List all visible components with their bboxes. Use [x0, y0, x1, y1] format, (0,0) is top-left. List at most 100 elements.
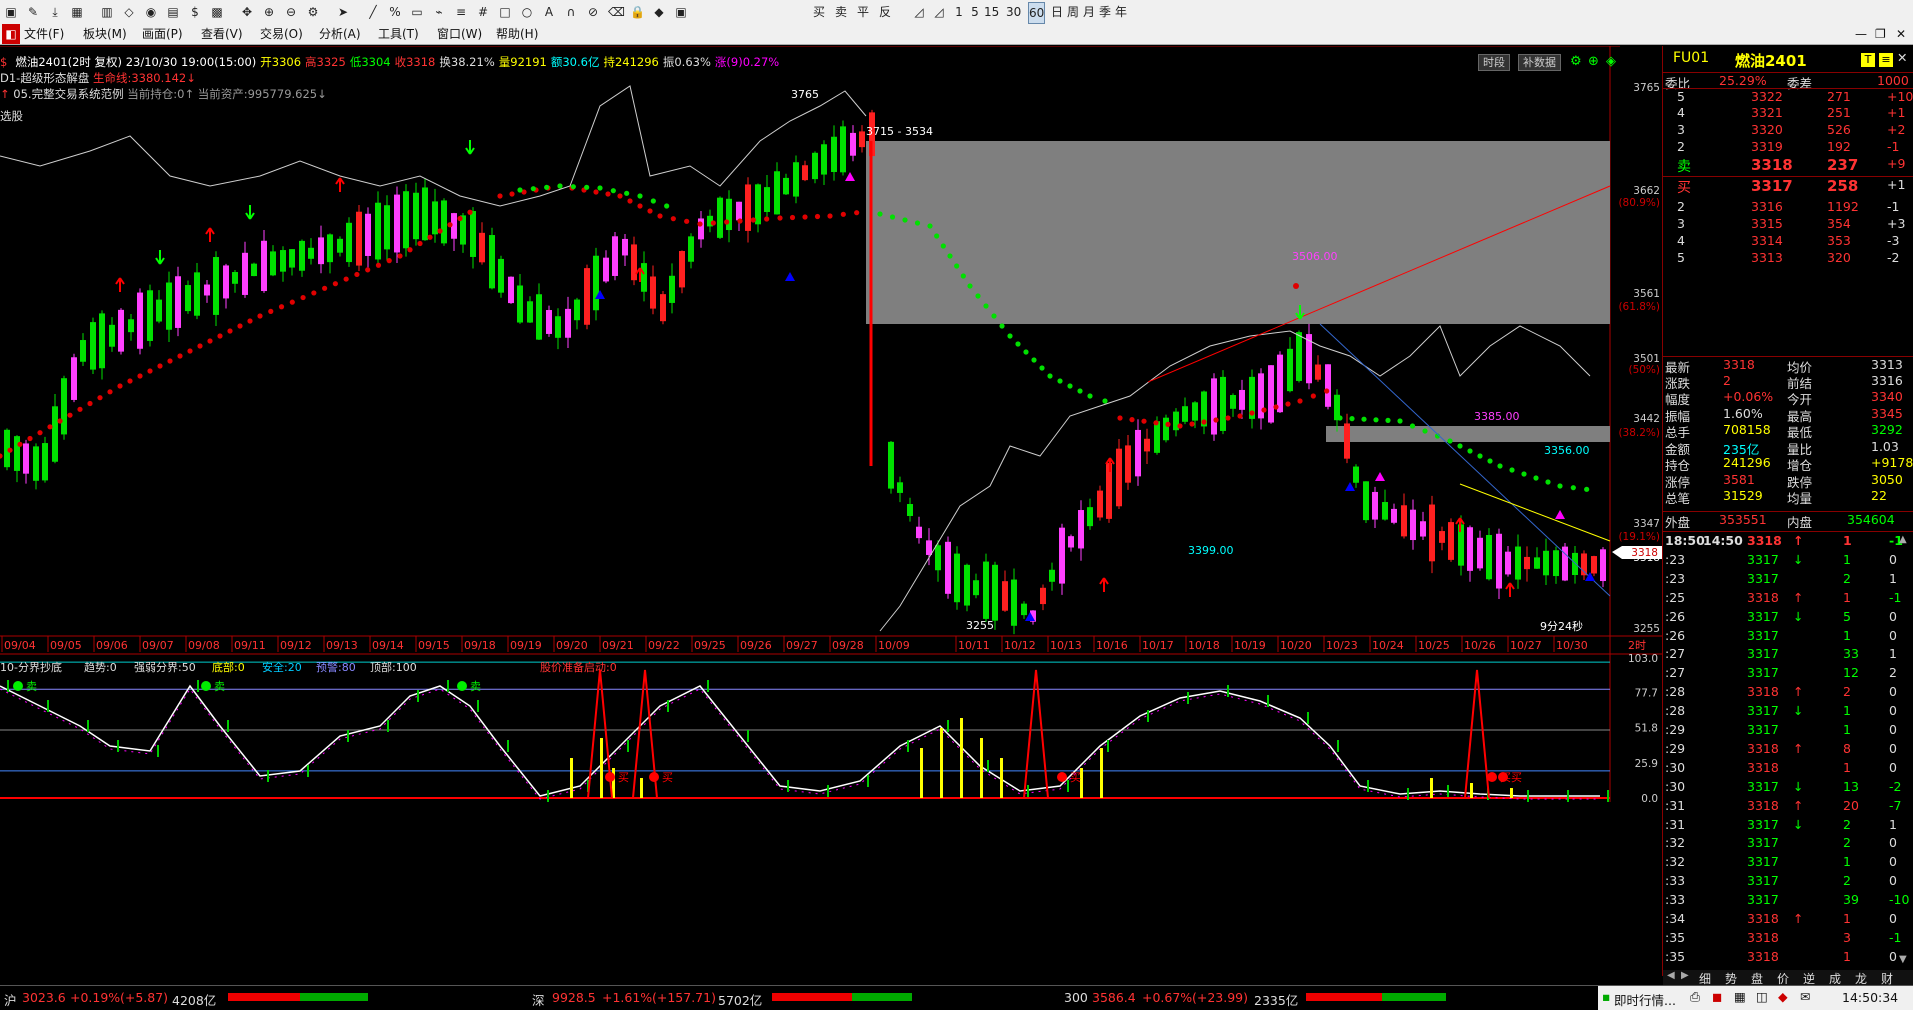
rect-icon[interactable]: □	[498, 2, 512, 22]
expand-icon[interactable]: ⊕	[1588, 54, 1599, 69]
move-icon[interactable]: ✥	[240, 2, 254, 22]
percent-icon[interactable]: %	[388, 2, 402, 22]
kline-chart[interactable]: 3765 3662 (80.9%) 3561 (61.8%) 3501 (50%) 3442(…	[0, 46, 1662, 802]
candle-body	[1239, 389, 1245, 410]
pen-icon[interactable]: ✎	[26, 2, 40, 22]
realtime-button[interactable]: 即时行情...	[1614, 990, 1676, 1009]
diamond-icon[interactable]: ◇	[122, 2, 136, 22]
image-icon[interactable]: ▤	[166, 2, 180, 22]
close-icon[interactable]: ✕	[1896, 24, 1906, 44]
menu-item-2[interactable]: 画面(P)	[142, 24, 183, 44]
menu-item-3[interactable]: 查看(V)	[201, 24, 243, 44]
menu-item-8[interactable]: 帮助(H)	[496, 24, 538, 44]
bars-icon[interactable]: ▥	[100, 2, 114, 22]
kline-icon[interactable]: ◿	[932, 2, 946, 22]
t-badge-icon[interactable]: T	[1861, 53, 1875, 67]
app-icon[interactable]: ▣	[4, 2, 18, 22]
tick-row: 18:50 14:50 3318 ↑ 1 -1	[1663, 533, 1913, 552]
fib-icon[interactable]: ≡	[454, 2, 468, 22]
settings-icon[interactable]: ⚙	[1570, 54, 1582, 69]
news-icon[interactable]: ◆	[1778, 989, 1788, 1004]
zoom-out-icon[interactable]: ⊖	[284, 2, 298, 22]
cursor-icon[interactable]: ➤	[336, 2, 350, 22]
sar-dot	[375, 262, 382, 268]
refill-data-button[interactable]: 补数据	[1518, 54, 1561, 71]
candle-body	[479, 232, 485, 263]
info-badge-icon[interactable]: ≡	[1879, 53, 1893, 67]
chat-icon[interactable]: ◫	[1756, 989, 1768, 1004]
menu-item-5[interactable]: 分析(A)	[319, 24, 361, 44]
stat-value: 241296	[1723, 455, 1771, 470]
lock-icon[interactable]: 🔒	[630, 2, 645, 22]
tick-change: -1	[1889, 589, 1902, 605]
period-0[interactable]: 1	[952, 2, 966, 22]
date-label: 10/20	[1280, 639, 1312, 652]
trade-button-3[interactable]: 反	[878, 2, 892, 22]
panel-close-icon[interactable]: ✕	[1897, 50, 1907, 65]
prev-arrow-icon[interactable]: ◀	[1667, 970, 1675, 981]
save-icon[interactable]: ▣	[674, 2, 688, 22]
price-axis-label: 3255	[1633, 623, 1660, 635]
channel-icon[interactable]: ▭	[410, 2, 424, 22]
up-arrow-icon[interactable]: ▲	[1899, 534, 1907, 545]
collapse-icon[interactable]: ◈	[1606, 54, 1616, 69]
next-arrow-icon[interactable]: ▶	[1681, 970, 1689, 981]
sar-dot	[597, 185, 603, 191]
period-6[interactable]: 周	[1066, 2, 1080, 22]
menu-item-6[interactable]: 工具(T)	[378, 24, 419, 44]
menu-item-7[interactable]: 窗口(W)	[437, 24, 482, 44]
chart-canvas[interactable]: 37653662(80.9%)3561(61.8%)3501(50%)3442(…	[0, 46, 1662, 802]
trade-button-1[interactable]: 卖	[834, 2, 848, 22]
minimize-icon[interactable]: —	[1855, 24, 1867, 44]
period-3[interactable]: 30	[1006, 2, 1021, 22]
restore-icon[interactable]: ❐	[1875, 24, 1886, 44]
sar-dot	[77, 406, 83, 412]
line-chart-icon[interactable]: ◿	[912, 2, 926, 22]
sar-dot	[557, 183, 563, 189]
period-5[interactable]: 日	[1050, 2, 1064, 22]
magnet-icon[interactable]: ∩	[564, 2, 578, 22]
ask-volume: 251	[1827, 105, 1851, 120]
menu-item-1[interactable]: 板块(M)	[83, 24, 127, 44]
period-4[interactable]: 60	[1028, 2, 1046, 24]
dollar-icon[interactable]: $	[188, 2, 202, 22]
candle-body	[1078, 510, 1084, 549]
zoom-in-icon[interactable]: ⊕	[262, 2, 276, 22]
period-2[interactable]: 15	[984, 2, 999, 22]
trade-button-2[interactable]: 平	[856, 2, 870, 22]
sh-points: (+5.87)	[120, 990, 169, 1005]
sar-dot	[7, 447, 13, 453]
period-1[interactable]: 5	[968, 2, 982, 22]
period-8[interactable]: 季	[1098, 2, 1112, 22]
grid-icon[interactable]: ▦	[70, 2, 84, 22]
app-icon[interactable]: ◧	[2, 24, 20, 44]
menu-item-4[interactable]: 交易(O)	[260, 24, 303, 44]
line-icon[interactable]: ╱	[366, 2, 380, 22]
alert-icon[interactable]: ◼	[1712, 989, 1722, 1004]
erase-icon[interactable]: ⌫	[608, 2, 625, 22]
lower-header-item: 10-分界抄底	[0, 660, 62, 674]
grid2-icon[interactable]: #	[476, 2, 490, 22]
text-icon[interactable]: A	[542, 2, 556, 22]
draw-icon[interactable]: ⌁	[432, 2, 446, 22]
menu-item-0[interactable]: 文件(F)	[24, 24, 64, 44]
download-icon[interactable]: ⤓	[48, 2, 62, 22]
stock-select-label[interactable]: 选股	[0, 108, 23, 124]
sar-dot	[167, 358, 173, 364]
tick-change: 0	[1889, 911, 1897, 926]
link-icon[interactable]: ⊘	[586, 2, 600, 22]
printer-icon[interactable]: ⎙	[1690, 989, 1700, 1005]
period-7[interactable]: 月	[1082, 2, 1096, 22]
period-button[interactable]: 时段	[1478, 54, 1510, 71]
ellipse-icon[interactable]: ○	[520, 2, 534, 22]
trade-button-0[interactable]: 买	[812, 2, 826, 22]
gear-icon[interactable]: ⚙	[306, 2, 320, 22]
color-icon[interactable]: ◆	[652, 2, 666, 22]
candle-body	[793, 162, 799, 197]
period-9[interactable]: 年	[1114, 2, 1128, 22]
calc-icon[interactable]: ▩	[210, 2, 224, 22]
circle-icon[interactable]: ◉	[144, 2, 158, 22]
calendar-icon[interactable]: ▦	[1734, 989, 1746, 1004]
down-arrow-icon[interactable]: ▼	[1899, 954, 1907, 965]
mail-icon[interactable]: ✉	[1800, 989, 1810, 1004]
